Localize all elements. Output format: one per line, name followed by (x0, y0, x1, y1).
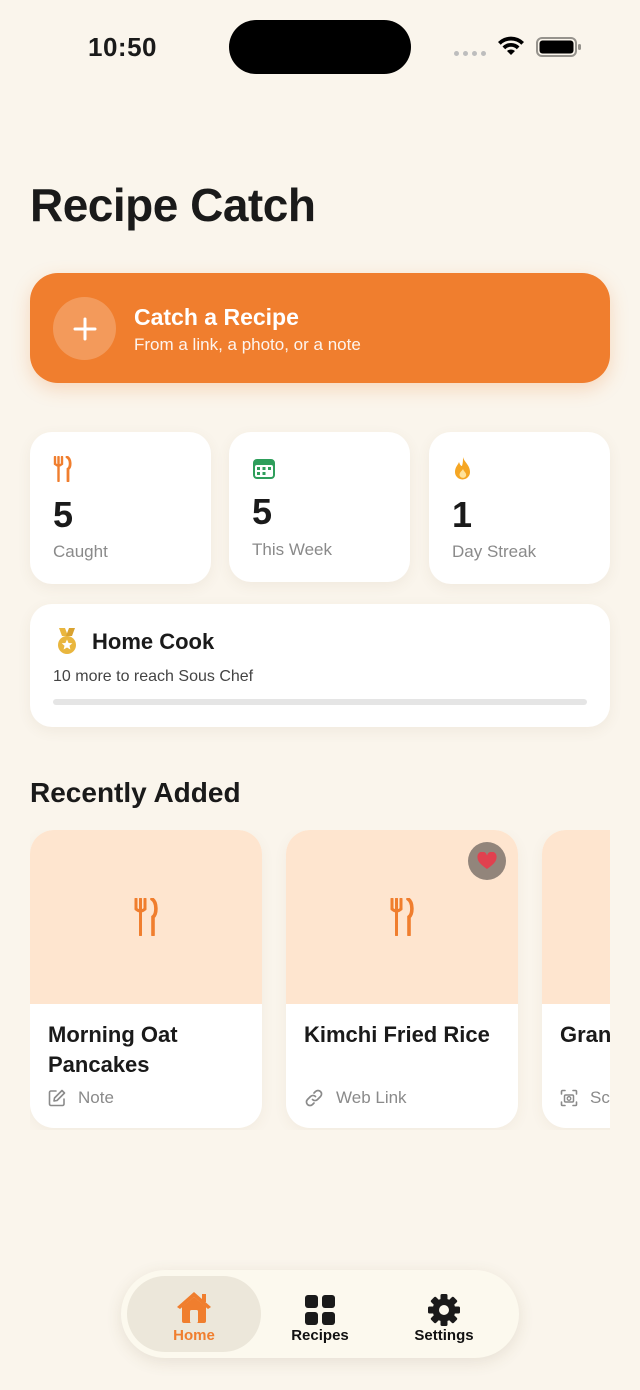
calendar-icon (253, 459, 275, 479)
recipe-name: Morning Oat Pancakes (48, 1022, 178, 1077)
recipe-thumbnail (30, 830, 262, 1004)
tab-bar: Home Recipes Settings (121, 1270, 519, 1358)
level-title: Home Cook (92, 629, 215, 654)
plus-icon (53, 297, 116, 360)
catch-recipe-button[interactable]: Catch a Recipe From a link, a photo, or … (30, 273, 610, 383)
recent-recipes-carousel[interactable]: Morning Oat Pancakes Note Kimchi Fried R… (30, 830, 610, 1130)
stat-label: This Week (252, 540, 332, 559)
recipe-source-label: Note (78, 1088, 114, 1107)
scan-icon (560, 1089, 578, 1107)
fork-knife-icon (134, 898, 158, 936)
stat-value: 5 (252, 491, 273, 532)
favorite-button[interactable] (468, 842, 506, 880)
catch-recipe-title: Catch a Recipe (134, 304, 299, 330)
flame-icon (455, 457, 470, 480)
battery-icon (536, 37, 581, 57)
fork-knife-icon (53, 456, 72, 482)
grid-icon (305, 1295, 335, 1325)
dynamic-island (229, 20, 411, 74)
stat-label: Caught (53, 542, 108, 561)
level-subtitle: 10 more to reach Sous Chef (53, 668, 254, 685)
tab-label: Settings (414, 1327, 474, 1344)
stat-value: 1 (452, 494, 473, 535)
recipe-source: Note (48, 1088, 114, 1108)
recipe-source: Scan (560, 1088, 610, 1108)
page-title: Recipe Catch (30, 179, 316, 231)
tab-label: Recipes (291, 1327, 349, 1344)
stat-label: Day Streak (452, 542, 537, 561)
recipe-card[interactable]: Granola Butter Scan (542, 830, 610, 1128)
status-bar: 10:50 (0, 0, 640, 95)
medal-icon (58, 628, 76, 654)
gear-icon (428, 1294, 460, 1326)
recipe-card[interactable]: Morning Oat Pancakes Note (30, 830, 262, 1128)
level-card: Home Cook 10 more to reach Sous Chef (30, 604, 610, 727)
tab-label: Home (173, 1327, 215, 1344)
level-progress-bar (53, 699, 587, 705)
home-icon (177, 1292, 211, 1323)
tab-settings[interactable]: Settings (377, 1276, 511, 1352)
recipe-name: Granola Butter (560, 1022, 610, 1047)
recipe-name: Kimchi Fried Rice (304, 1022, 490, 1047)
recipe-thumbnail (542, 830, 610, 1004)
catch-recipe-subtitle: From a link, a photo, or a note (134, 335, 361, 354)
stat-card-this-week: 5 This Week (229, 432, 410, 582)
recipe-source: Web Link (304, 1088, 407, 1108)
stat-value: 5 (53, 494, 74, 535)
status-time: 10:50 (88, 32, 157, 62)
note-icon (48, 1089, 66, 1107)
recipe-card[interactable]: Kimchi Fried Rice Web Link (286, 830, 518, 1128)
wifi-icon (498, 36, 524, 55)
recently-added-title: Recently Added (30, 777, 241, 808)
tab-recipes[interactable]: Recipes (253, 1276, 387, 1352)
heart-icon (477, 852, 497, 869)
cellular-signal-icon (454, 51, 486, 56)
recipe-source-label: Web Link (336, 1088, 407, 1107)
stat-card-caught: 5 Caught (30, 432, 211, 584)
fork-knife-icon (390, 898, 414, 936)
link-icon (305, 1089, 323, 1107)
recipe-source-label: Scan (590, 1088, 610, 1107)
stat-card-day-streak: 1 Day Streak (429, 432, 610, 584)
tab-home[interactable]: Home (127, 1276, 261, 1352)
